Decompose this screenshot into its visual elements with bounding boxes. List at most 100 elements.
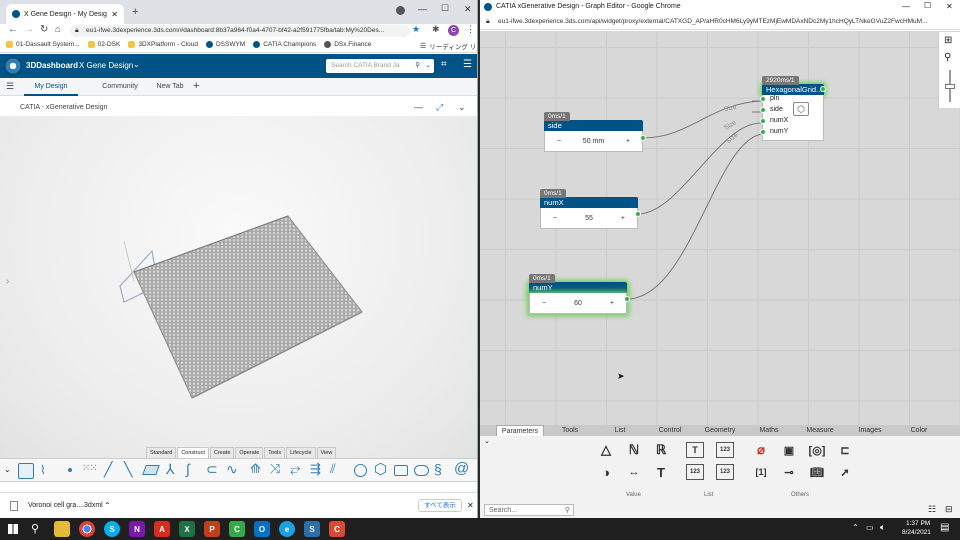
oblong-icon[interactable] <box>414 465 429 476</box>
extensions-icon[interactable]: ✱ <box>432 24 440 35</box>
reload-icon[interactable]: ↻ <box>40 24 48 35</box>
rectangle-icon[interactable] <box>394 465 408 476</box>
axis-system-icon[interactable]: ⅄ <box>166 461 175 478</box>
text-parameter-icon[interactable]: T <box>652 464 670 480</box>
multi-section-icon[interactable]: ⫽ <box>330 461 336 477</box>
tab-color[interactable]: Color <box>902 425 936 436</box>
action-tab-lifecycle[interactable]: Lifecycle <box>286 447 316 458</box>
bookmark-item[interactable]: 3DXPlatform - Cloud <box>128 41 198 48</box>
null-icon[interactable]: ⌀ <box>752 442 770 458</box>
back-arrow-icon[interactable]: ← <box>8 24 18 35</box>
action-tab-tools[interactable]: Tools <box>264 447 286 458</box>
minimize-icon[interactable]: — <box>902 2 910 11</box>
line-icon[interactable]: ╱ <box>104 461 112 478</box>
browser-tab[interactable]: X Gene Design - My Design ✕ <box>6 4 124 24</box>
notification-icon[interactable]: ▤ <box>940 522 949 533</box>
tab-measure[interactable]: Measure <box>800 425 840 436</box>
image-icon[interactable]: ▣ <box>780 442 798 458</box>
profile-avatar[interactable]: C <box>448 25 459 36</box>
tab-community[interactable]: Community <box>92 78 148 96</box>
tab-list[interactable]: List <box>604 425 636 436</box>
output-port[interactable] <box>640 135 646 141</box>
minimize-icon[interactable]: — <box>418 4 427 14</box>
point-to-icon[interactable]: ⊸ <box>780 464 798 480</box>
forward-arrow-icon[interactable]: → <box>24 24 34 35</box>
length-parameter-icon[interactable]: ↔ <box>625 464 643 480</box>
hexagon-icon[interactable]: ⬡ <box>374 460 387 478</box>
point-icon[interactable] <box>68 468 72 472</box>
collapse-palette-icon[interactable]: ⌄ <box>484 437 490 445</box>
outlook-icon[interactable]: O <box>254 521 270 537</box>
number-stepper[interactable]: − 55 + <box>540 208 638 229</box>
angle-parameter-icon[interactable]: △ <box>597 442 615 458</box>
point-grid-icon[interactable]: ⁙⁙ <box>82 463 98 474</box>
clock-time[interactable]: 1:37 PM <box>906 520 930 527</box>
generative-app-icon[interactable] <box>18 463 34 479</box>
bookmark-item[interactable]: DSSWYM <box>205 41 245 48</box>
reading-list-button[interactable]: ☰リーディング リスト <box>420 41 477 51</box>
spiral-icon[interactable]: @ <box>454 460 469 477</box>
increment-button[interactable]: + <box>621 215 625 222</box>
powerpoint-icon[interactable]: P <box>204 521 220 537</box>
dashboard-name[interactable]: X Gene Design <box>79 61 133 70</box>
blend-icon[interactable]: ⥂ <box>290 461 300 477</box>
decrement-button[interactable]: − <box>557 138 561 145</box>
boolean-parameter-icon[interactable]: ◑ <box>597 464 615 480</box>
number-stepper[interactable]: − 50 mm + <box>544 131 643 152</box>
search-icon[interactable]: ⚲ <box>415 59 420 73</box>
loft-icon[interactable]: ⤨ <box>270 461 280 477</box>
close-download-bar-icon[interactable]: ✕ <box>467 501 474 510</box>
close-window-icon[interactable]: ✕ <box>464 4 472 15</box>
url-text[interactable]: eu1-ifwe.3dexperience.3ds.com/api/widget… <box>498 18 954 25</box>
action-tab-construct[interactable]: Construct <box>177 447 209 458</box>
tab-geometry[interactable]: Geometry <box>700 425 740 436</box>
book-icon[interactable]: 📖︎ <box>808 464 826 480</box>
action-tab-create[interactable]: Create <box>209 447 235 458</box>
volume-icon[interactable]: 🔈︎ <box>880 522 885 533</box>
plane-icon[interactable] <box>142 465 160 475</box>
number-stepper[interactable]: − 60 + <box>529 293 627 314</box>
download-filename[interactable]: Voronoi cell gra....3dxml <box>28 502 103 509</box>
onenote-icon[interactable]: N <box>129 521 145 537</box>
circle-icon[interactable] <box>354 464 367 477</box>
rss-feed-icon[interactable]: ⌇ <box>40 463 46 477</box>
comment-icon[interactable]: ☷ <box>928 504 936 515</box>
browser-menu-icon[interactable]: ⋮ <box>466 24 475 35</box>
graph-canvas[interactable]: Size Size Size 0ms/1 side − 50 mm + 0ms/… <box>480 31 960 425</box>
hexagonal-grid-node[interactable]: 2920ms/1 HexagonalGrid... pln side numX … <box>760 76 826 141</box>
home-icon[interactable]: ⌂ <box>55 24 60 34</box>
catia-icon[interactable]: C <box>329 521 345 537</box>
integer-parameter-icon[interactable]: ℕ <box>625 442 643 458</box>
tab-tools[interactable]: Tools <box>552 425 588 436</box>
tag-icon[interactable]: ⌗ <box>441 59 447 70</box>
stepper-value[interactable]: 55 <box>585 215 593 222</box>
stepper-value[interactable]: 60 <box>574 300 582 307</box>
tab-maths[interactable]: Maths <box>752 425 786 436</box>
tab-search-icon[interactable] <box>396 6 405 15</box>
bookmark-item[interactable]: DSx.Finance <box>324 41 371 48</box>
vector-icon[interactable]: ➚ <box>836 464 854 480</box>
decrement-button[interactable]: − <box>542 300 546 307</box>
download-options-icon[interactable]: ⌃ <box>104 501 111 510</box>
url-bar[interactable]: 🔒︎ eu1-ifwe.3dexperience.3ds.com/#dashbo… <box>70 25 410 37</box>
sidebar-toggle-icon[interactable]: ☰ <box>6 81 14 92</box>
star-bookmark-icon[interactable]: ★ <box>412 24 420 35</box>
extrude-icon[interactable]: ⇶ <box>310 461 321 477</box>
real-parameter-icon[interactable]: ℝ <box>652 442 670 458</box>
bookmark-item[interactable]: 02-DSK <box>87 41 120 48</box>
maximize-icon[interactable]: ☐ <box>441 3 449 14</box>
polyline-icon[interactable]: ╲ <box>124 461 132 478</box>
sweep-icon[interactable]: ⟰ <box>250 461 261 477</box>
camtasia-icon[interactable]: C <box>229 521 245 537</box>
spline-icon[interactable]: ∫ <box>186 461 190 477</box>
bookmark-item[interactable]: 01-Dassault System... <box>6 41 80 48</box>
helix-icon[interactable]: § <box>434 461 442 477</box>
parameter-node-numx[interactable]: 0ms/1 numX − 55 + <box>540 189 641 229</box>
number-list-icon[interactable]: 123 <box>716 442 734 458</box>
parameter-node-numy[interactable]: 0ms/1 numY − 60 + <box>529 274 630 314</box>
clock-date[interactable]: 8/24/2021 <box>902 529 931 536</box>
system-tray-chevron-icon[interactable]: ⌃ <box>852 523 859 532</box>
show-all-downloads-button[interactable]: すべて表示 <box>418 499 462 512</box>
slider-icon[interactable]: ⊏ <box>836 442 854 458</box>
text-list-icon[interactable]: T <box>686 442 704 458</box>
